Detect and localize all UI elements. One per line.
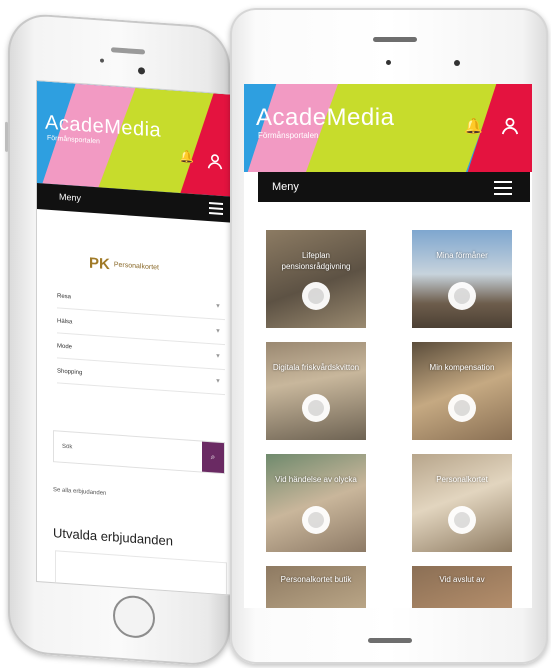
all-offers-link[interactable]: Se alla erbjudanden [53,487,106,497]
menu-label: Meny [59,191,82,204]
header-banner: AcadeMedia Förmånsportalen 🔔 [244,84,532,172]
chevron-down-icon: ▼ [215,353,221,360]
tile-personalkortet-butik[interactable]: Personalkortet butik [266,566,366,608]
tile-label: Digitala friskvårdskvitton [272,363,360,372]
tile-mina-formaner[interactable]: Mina förmåner [412,230,512,328]
right-phone: AcadeMedia Förmånsportalen 🔔 Meny Lifepl… [230,8,548,664]
left-screen: AcadeMedia Förmånsportalen 🔔 Meny PK Per… [36,79,234,596]
sensor [386,60,391,65]
search-button[interactable]: ⌕ [202,441,224,474]
featured-heading: Utvalda erbjudanden [53,525,173,549]
bottom-speaker [368,638,412,643]
bell-icon[interactable]: 🔔 [179,149,194,164]
left-phone: AcadeMedia Förmånsportalen 🔔 Meny PK Per… [5,12,234,668]
menu-bar[interactable]: Meny [258,172,530,202]
search-icon: ⌕ [210,452,216,462]
award-icon [448,282,476,310]
tile-label: Mina förmåner [436,251,488,260]
earpiece [111,47,145,55]
sensor [100,58,104,63]
tile-avslut[interactable]: Vid avslut av [412,566,512,608]
tile-lifeplan[interactable]: Lifeplan pensionsrådgivning [266,230,366,328]
tile-label: Lifeplan pensionsrådgivning [281,251,351,271]
brand-subtitle: Förmånsportalen [258,131,319,140]
user-icon[interactable] [207,153,223,170]
tile-label: Personalkortet [436,475,488,484]
search-placeholder: Sök [62,443,73,451]
tile-label: Personalkortet butik [280,575,352,584]
menu-label: Meny [272,181,299,193]
header-banner: AcadeMedia Förmånsportalen 🔔 [37,81,233,197]
tile-friskvard[interactable]: Digitala friskvårdskvitton [266,342,366,440]
front-camera [454,60,460,66]
front-camera [138,67,145,75]
brand-logo[interactable]: AcadeMedia [256,104,394,132]
home-button[interactable] [113,594,155,640]
hamburger-icon[interactable] [209,202,223,218]
tile-label: Vid händelse av olycka [275,475,357,484]
chevron-down-icon: ▼ [215,378,221,385]
tile-kompensation[interactable]: Min kompensation [412,342,512,440]
chevron-down-icon: ▼ [215,328,221,335]
offer-card[interactable] [55,550,227,596]
side-button [5,121,8,152]
right-screen: AcadeMedia Förmånsportalen 🔔 Meny Lifepl… [244,84,532,608]
earpiece [373,37,417,42]
personalkortet-logo: PK Personalkortet [89,254,159,274]
upload-icon [302,394,330,422]
chevron-down-icon: ▼ [215,303,221,310]
bell-icon[interactable]: 🔔 [464,117,483,135]
hamburger-icon[interactable] [494,181,512,199]
pk-icon: PK [89,254,110,274]
search-input[interactable]: Sök ⌕ [53,430,225,475]
tile-label: Vid avslut av [439,575,485,584]
user-icon[interactable] [501,117,519,135]
tile-label: Min kompensation [429,363,495,372]
pie-chart-icon [448,394,476,422]
tile-personalkortet[interactable]: Personalkortet [412,454,512,552]
umbrella-icon [302,506,330,534]
tag-icon [448,506,476,534]
tile-olycka[interactable]: Vid händelse av olycka [266,454,366,552]
map-icon [302,282,330,310]
